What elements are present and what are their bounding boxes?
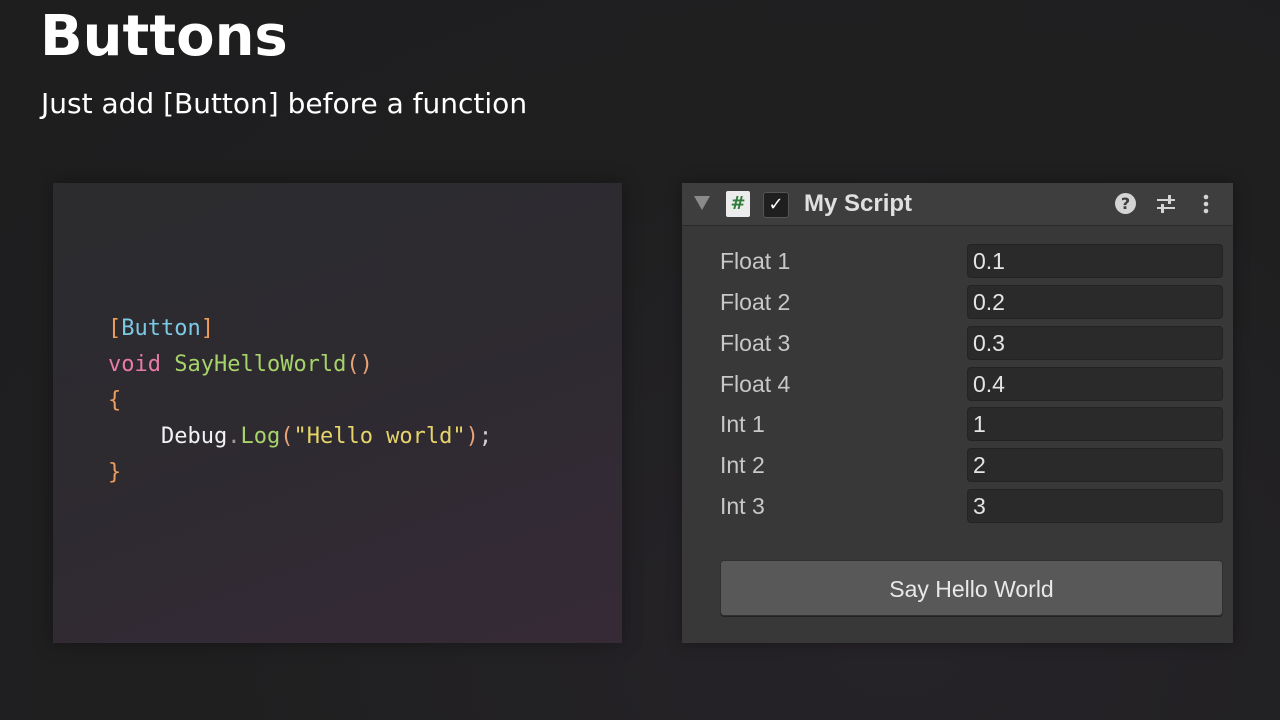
field-label: Float 3	[720, 330, 791, 356]
float-3-field[interactable]: 0.3	[967, 326, 1223, 360]
attribute-name: Button	[121, 316, 201, 341]
float-2-field[interactable]: 0.2	[967, 285, 1223, 319]
float-1-field[interactable]: 0.1	[967, 244, 1223, 278]
code-line-1: [Button]	[108, 316, 214, 341]
log-method: Log	[240, 424, 281, 449]
int-2-field[interactable]: 2	[967, 448, 1223, 482]
function-parens: ()	[346, 352, 373, 377]
inspector-panel: # ✓ My Script ? Float 1 0.1 Float 2 0.2 …	[682, 183, 1233, 643]
field-row-int-3: Int 3 3	[682, 486, 1233, 526]
field-label: Float 4	[720, 371, 791, 397]
field-label: Float 2	[720, 289, 791, 315]
int-1-field[interactable]: 1	[967, 407, 1223, 441]
field-row-float-1: Float 1 0.1	[682, 241, 1233, 281]
component-enabled-checkbox[interactable]: ✓	[763, 192, 789, 218]
field-row-float-3: Float 3 0.3	[682, 323, 1233, 363]
field-label: Int 3	[720, 493, 765, 519]
function-name: SayHelloWorld	[174, 352, 347, 377]
code-line-4: Debug.Log("Hello world");	[108, 424, 492, 449]
call-open-paren: (	[280, 424, 294, 449]
code-panel: [Button] void SayHelloWorld() { Debug.Lo…	[53, 183, 622, 643]
debug-class: Debug	[160, 424, 228, 449]
slide-subtitle: Just add [Button] before a function	[41, 87, 528, 120]
return-type-keyword: void	[108, 352, 161, 377]
component-header[interactable]: # ✓ My Script ?	[682, 183, 1233, 226]
field-label: Int 2	[720, 452, 765, 478]
field-label: Int 1	[720, 411, 765, 437]
attribute-open-bracket: [	[108, 316, 122, 341]
field-row-int-2: Int 2 2	[682, 445, 1233, 485]
foldout-triangle-icon[interactable]	[694, 196, 710, 210]
attribute-close-bracket: ]	[200, 316, 214, 341]
semicolon: ;	[478, 424, 493, 449]
component-title: My Script	[804, 190, 913, 217]
help-icon[interactable]: ?	[1115, 193, 1136, 214]
code-open-brace: {	[108, 388, 122, 413]
field-row-int-1: Int 1 1	[682, 404, 1233, 444]
int-3-field[interactable]: 3	[967, 489, 1223, 523]
code-line-2: void SayHelloWorld()	[108, 352, 373, 377]
call-close-paren: )	[465, 424, 479, 449]
code-block: [Button] void SayHelloWorld() { Debug.Lo…	[108, 311, 492, 491]
say-hello-world-button[interactable]: Say Hello World	[720, 560, 1223, 616]
float-4-field[interactable]: 0.4	[967, 367, 1223, 401]
presets-sliders-icon[interactable]	[1154, 192, 1178, 216]
csharp-script-icon: #	[726, 191, 750, 217]
kebab-menu-icon[interactable]	[1198, 192, 1214, 216]
field-row-float-2: Float 2 0.2	[682, 282, 1233, 322]
member-dot: .	[227, 424, 241, 449]
field-row-float-4: Float 4 0.4	[682, 364, 1233, 404]
field-label: Float 1	[720, 248, 791, 274]
slide-title: Buttons	[40, 4, 288, 69]
string-literal: "Hello world"	[293, 424, 466, 449]
code-close-brace: }	[108, 460, 122, 485]
